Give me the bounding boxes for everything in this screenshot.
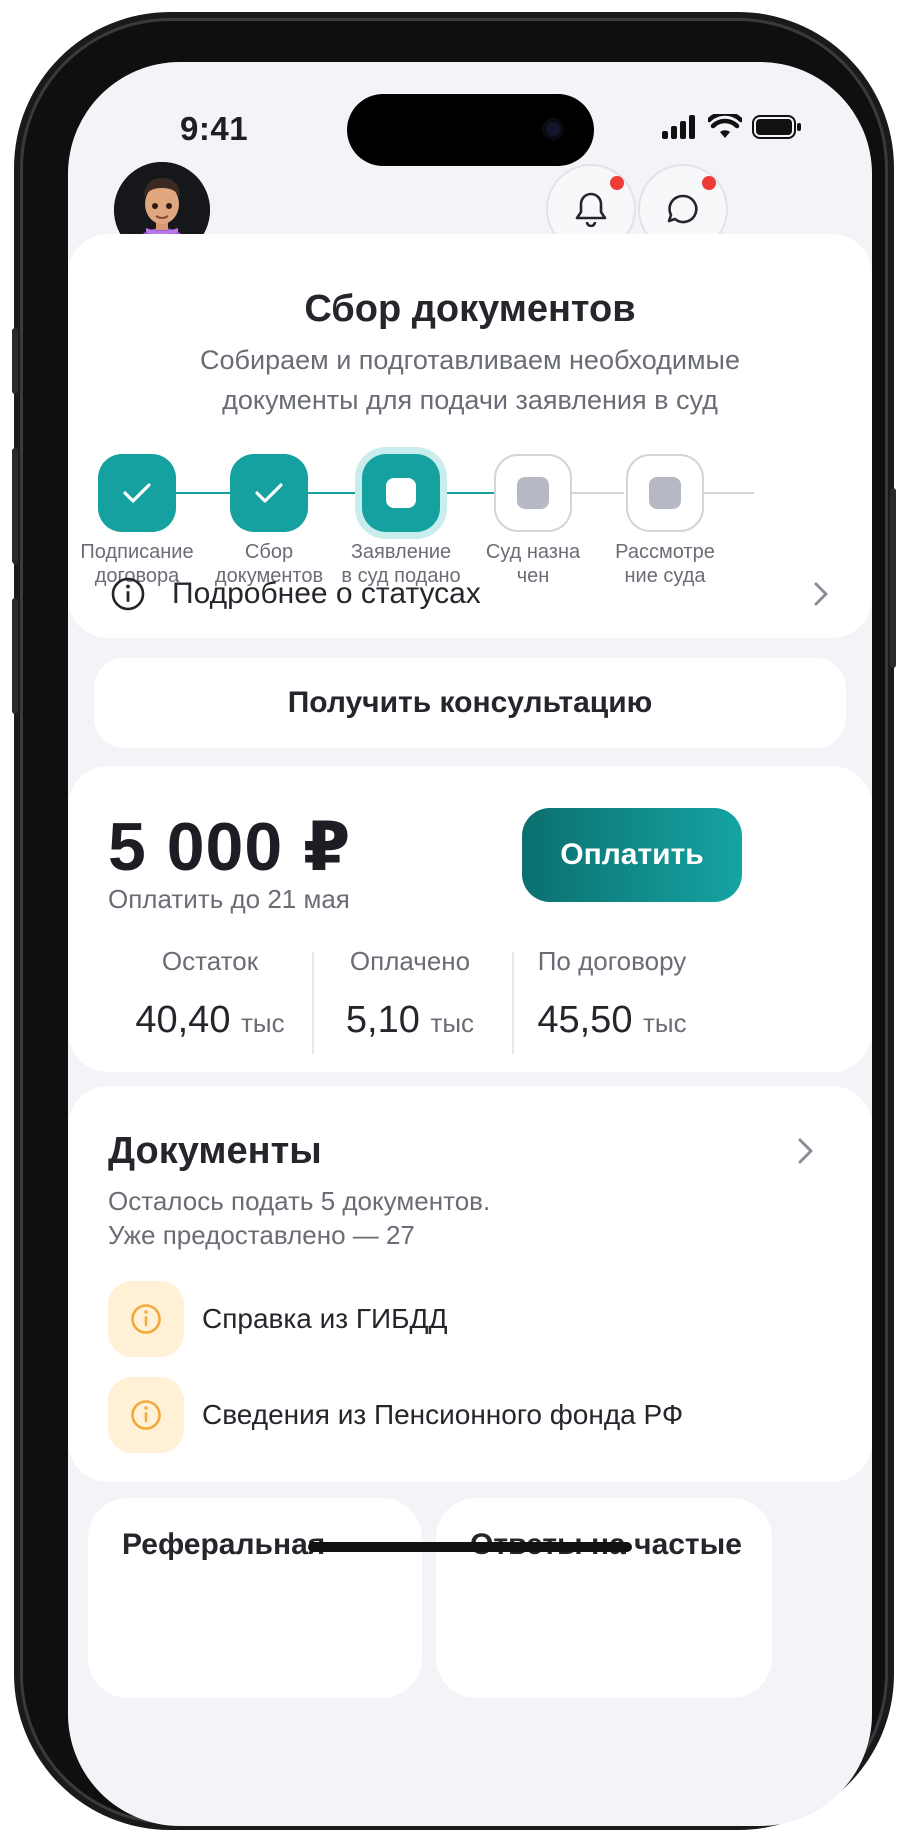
power-button	[890, 488, 896, 668]
pending-step-marker	[649, 477, 681, 509]
stage-title: Сбор документов	[304, 288, 636, 330]
documents-card[interactable]: Документы Осталось подать 5 документов. …	[68, 1086, 872, 1482]
document-item[interactable]: Справка из ГИБДД	[108, 1280, 808, 1358]
stage-card: Сбор документов Собираем и подготавливае…	[68, 234, 872, 638]
step-status	[362, 454, 440, 532]
warning-badge	[108, 1377, 184, 1453]
step-status	[98, 454, 176, 532]
wifi-icon	[708, 114, 742, 138]
message-badge	[702, 176, 716, 190]
info-icon	[111, 577, 145, 611]
referral-card[interactable]: Реферальная	[88, 1498, 422, 1698]
step-status	[230, 454, 308, 532]
info-icon	[131, 1304, 161, 1334]
documents-title: Документы	[108, 1130, 322, 1172]
notification-badge	[610, 176, 624, 190]
pending-step-marker	[517, 477, 549, 509]
check-icon	[255, 483, 283, 503]
stage-subtitle: Собираем и подготавливаем необходимые до…	[200, 345, 740, 415]
stat-remaining: Остаток 40,40 тыс	[110, 946, 310, 1042]
documents-summary: Осталось подать 5 документов. Уже предос…	[108, 1184, 490, 1252]
battery-icon	[752, 115, 801, 139]
check-icon	[123, 483, 151, 503]
get-consultation-button[interactable]: Получить консультацию	[94, 658, 846, 748]
status-time: 9:41	[180, 110, 249, 147]
volume-up-button	[12, 448, 18, 564]
stat-value: 40,40 тыс	[135, 999, 285, 1041]
stat-caption: Остаток	[161, 946, 259, 976]
documents-provided: Уже предоставлено — 27	[108, 1220, 415, 1250]
chat-bubble-icon	[667, 194, 698, 224]
camera-icon	[542, 118, 564, 140]
stat-contract: По договору 45,50 тыс	[512, 946, 712, 1042]
cellular-signal-icon	[662, 115, 695, 139]
current-step-marker	[386, 478, 416, 508]
info-icon	[131, 1400, 161, 1430]
app-screen: 9:41 Сбор документов Собираем и подготав…	[68, 62, 872, 1826]
payment-card: 5 000 ₽ Оплатить до 21 мая Оплатить Оста…	[68, 766, 872, 1072]
referral-card-title: Реферальная	[122, 1528, 326, 1561]
warning-badge	[108, 1281, 184, 1357]
stat-caption: Оплачено	[349, 946, 471, 976]
volume-down-button	[12, 598, 18, 714]
home-indicator[interactable]	[308, 1542, 632, 1552]
payment-due-date: Оплатить до 21 мая	[108, 884, 350, 914]
status-details-link[interactable]: Подробнее о статусах	[110, 564, 830, 624]
pay-button[interactable]: Оплатить	[522, 808, 742, 902]
document-name: Сведения из Пенсионного фонда РФ	[202, 1399, 684, 1430]
step-status	[626, 454, 704, 532]
stat-paid: Оплачено 5,10 тыс	[310, 946, 510, 1042]
step-status	[494, 454, 572, 532]
faq-card[interactable]: Ответы на частые	[436, 1498, 772, 1698]
silent-switch	[12, 328, 18, 394]
dynamic-island	[347, 94, 594, 166]
chevron-right-icon	[814, 582, 828, 606]
document-name: Справка из ГИБДД	[202, 1303, 448, 1334]
chevron-right-icon[interactable]	[796, 1136, 816, 1166]
status-icons	[662, 114, 802, 140]
documents-remaining: Осталось подать 5 документов.	[108, 1186, 491, 1216]
document-item[interactable]: Сведения из Пенсионного фонда РФ	[108, 1376, 808, 1454]
status-details-label: Подробнее о статусах	[172, 577, 481, 610]
stat-caption: По договору	[537, 946, 687, 976]
stat-value: 45,50 тыс	[537, 999, 687, 1041]
stat-value: 5,10 тыс	[345, 999, 475, 1041]
bell-icon	[575, 192, 607, 227]
payment-amount: 5 000 ₽	[108, 809, 352, 885]
